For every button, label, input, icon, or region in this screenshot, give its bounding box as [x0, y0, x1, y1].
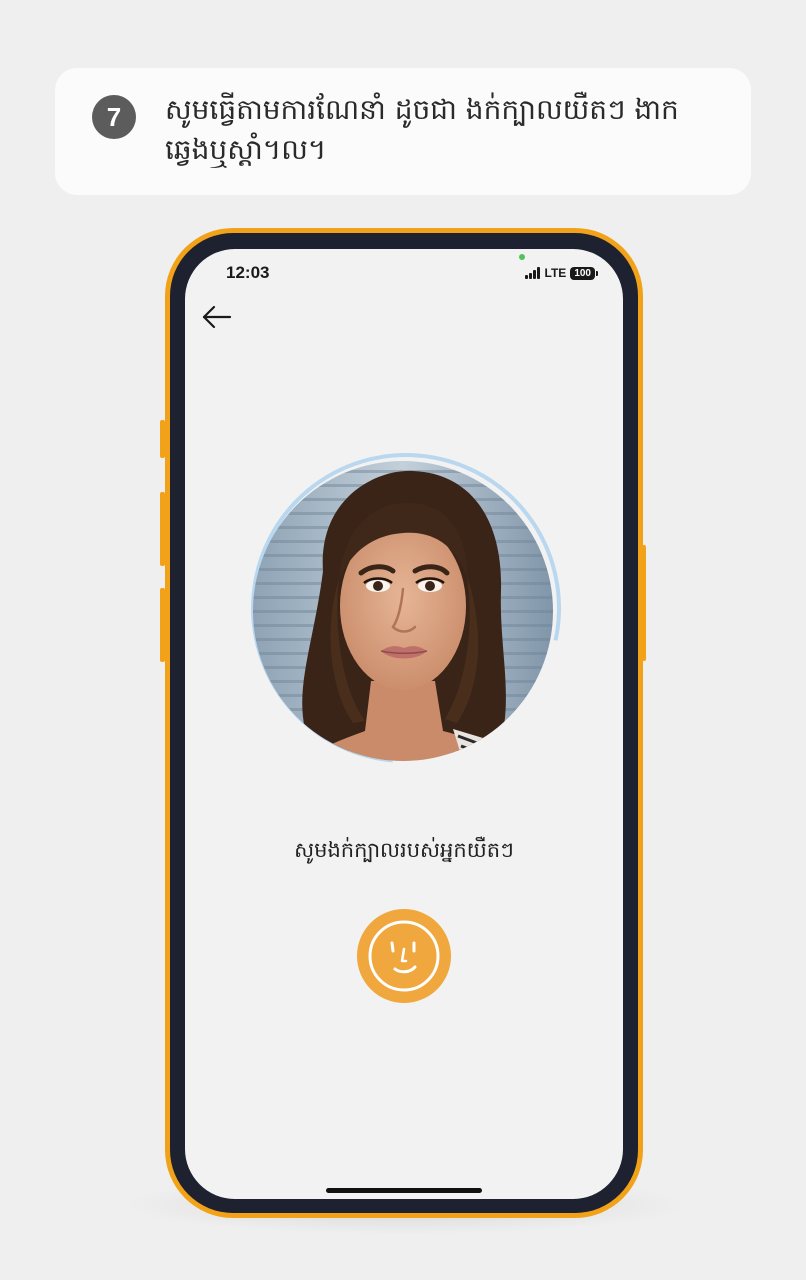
instruction-text: សូមធ្វើតាមការណែនាំ ដូចជា ងក់ក្បាលយឺតៗ ងា… [165, 93, 679, 166]
status-time: 12:03 [226, 263, 270, 282]
smiley-face-icon [368, 920, 440, 992]
camera-in-use-indicator [519, 254, 525, 260]
phone-power-button [641, 545, 646, 661]
phone-screen: 12:03 LTE 100 សូមងក់ក្បាលរបស់អ្នកយឺតៗ [185, 249, 623, 1199]
phone-volume-down-button [160, 588, 165, 662]
battery-icon: 100 [570, 266, 598, 280]
face-instruction-label: សូមងក់ក្បាលរបស់អ្នកយឺតៗ [294, 838, 514, 862]
face-portrait-image [253, 461, 553, 761]
face-capture-button[interactable] [357, 909, 451, 1003]
phone-action-button [160, 420, 165, 458]
signal-icon [524, 267, 541, 279]
arrow-left-icon [202, 305, 232, 329]
face-camera-preview [253, 461, 553, 761]
phone-volume-up-button [160, 492, 165, 566]
step-number-badge: 7 [92, 95, 136, 139]
network-type: LTE [544, 266, 567, 280]
back-button[interactable] [199, 299, 235, 335]
status-indicators: LTE 100 [524, 265, 598, 281]
home-indicator[interactable] [326, 1188, 482, 1193]
instruction-card: 7 សូមធ្វើតាមការណែនាំ ដូចជា ងក់ក្បាលយឺតៗ … [55, 68, 751, 195]
